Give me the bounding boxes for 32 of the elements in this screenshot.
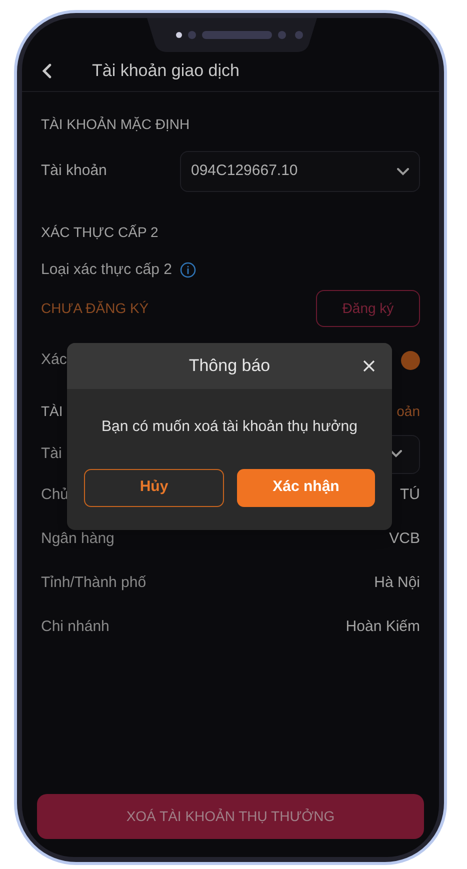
field-label: Chi nhánh bbox=[41, 617, 110, 638]
page-title: Tài khoản giao dịch bbox=[92, 60, 240, 82]
cancel-button[interactable]: Hủy bbox=[84, 468, 224, 506]
back-icon[interactable] bbox=[42, 63, 52, 79]
section-title: TÀI bbox=[41, 402, 63, 420]
field-label: Tài bbox=[41, 444, 62, 464]
field-value: TÚ bbox=[400, 485, 420, 506]
field-label: Chủ bbox=[41, 485, 69, 506]
delete-button[interactable]: XOÁ TÀI KHOẢN THỤ THƯỞNG bbox=[37, 794, 424, 839]
field-label: Loại xác thực cấp 2 bbox=[41, 260, 172, 280]
account-dropdown[interactable]: 094C129667.10 bbox=[180, 151, 420, 192]
dialog-message: Bạn có muốn xoá tài khoản thụ hưởng bbox=[102, 417, 358, 437]
field-value: VCB bbox=[389, 529, 420, 550]
info-icon[interactable] bbox=[180, 262, 196, 278]
section-title: TÀI KHOẢN MẶC ĐỊNH bbox=[41, 115, 191, 134]
chevron-down-icon bbox=[390, 450, 402, 458]
field-label: Xác bbox=[41, 350, 67, 370]
field-label: Tỉnh/Thành phố bbox=[41, 573, 146, 594]
chevron-down-icon bbox=[397, 168, 409, 176]
close-icon[interactable] bbox=[363, 360, 375, 372]
confirm-button[interactable]: Xác nhận bbox=[237, 468, 375, 506]
field-value: Hà Nội bbox=[374, 573, 420, 594]
section-title: XÁC THỰC CẤP 2 bbox=[41, 223, 160, 242]
add-link[interactable]: oản bbox=[396, 400, 420, 422]
field-label: Tài khoản bbox=[41, 161, 107, 182]
toggle-knob[interactable] bbox=[401, 351, 420, 370]
field-label: Ngân hàng bbox=[41, 529, 114, 550]
register-button[interactable]: Đăng ký bbox=[316, 290, 420, 326]
dropdown-edge[interactable] bbox=[390, 434, 420, 474]
dialog-title: Thông báo bbox=[188, 355, 270, 378]
status-text: CHƯA ĐĂNG KÝ bbox=[41, 298, 149, 318]
field-value: Hoàn Kiếm bbox=[346, 617, 420, 638]
